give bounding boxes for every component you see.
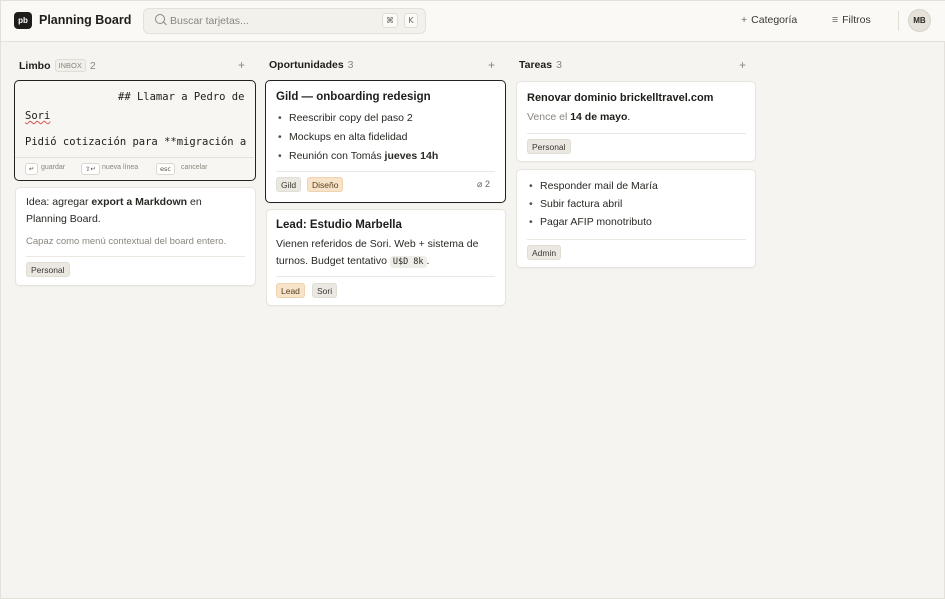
card-title: Renovar dominio brickelltravel.com [527,92,714,104]
card-checklist: Reescribir copy del paso 2 Mockups en al… [276,109,438,166]
card-admin-tasks[interactable]: Responder mail de María Subir factura ab… [516,169,756,268]
inbox-badge: INBOX [54,59,86,72]
command-key-hint: ⌘ [382,13,398,28]
app-logo[interactable]: pb [14,12,32,29]
enter-key-hint: ↵ [25,163,39,175]
column-title: Tareas [519,59,553,71]
top-bar: pb Planning Board ⌘ K +Categoría ≡Filtro… [1,1,945,42]
editor-line-1[interactable]: ## Llamar a Pedro de [118,91,244,103]
card-text: Idea: agregar export a Markdown en [26,196,202,208]
card-text-line-2: turnos. Budget tentativo U$D 8k. [276,255,430,268]
card-text: Vienen referidos de Sori. Web + sistema … [276,238,479,250]
tag-diseno[interactable]: Diseño [307,177,344,192]
save-hint-label: guardar [41,164,66,171]
attachment-count[interactable]: ⌀ 2 [477,179,490,190]
editor-line-2[interactable]: Sori [25,110,50,122]
list-item: Subir factura abril [527,195,658,213]
card-text-line-2: Planning Board. [26,213,101,225]
card-title: Gild — onboarding redesign [276,91,431,103]
card-title: Lead: Estudio Marbella [276,219,402,231]
shift-enter-key-hint: ⇧↵ [81,163,100,175]
add-card-tareas-button[interactable]: + [739,58,746,72]
paperclip-icon: ⌀ [477,179,483,189]
tag-admin[interactable]: Admin [527,245,562,260]
card-divider [527,239,746,240]
tag-personal[interactable]: Personal [527,139,571,154]
search-input[interactable] [170,13,370,29]
list-item: Pagar AFIP monotributo [527,213,658,231]
editor-shortcut-bar: ↵ guardar ⇧↵ nueva línea esc cancelar [15,157,254,179]
search-box[interactable]: ⌘ K [143,8,426,34]
column-count: 2 [89,60,96,72]
user-avatar[interactable]: MB [908,9,931,32]
list-item: Reunión con Tomás jueves 14h [276,147,438,166]
column-title: Limbo [19,60,51,72]
app-title[interactable]: Planning Board [39,13,131,27]
column-header-limbo: Limbo INBOX 2 [19,59,96,73]
tag-personal[interactable]: Personal [26,262,70,277]
column-count: 3 [347,59,354,71]
card-divider [26,256,245,257]
search-icon [155,14,165,24]
add-category-button[interactable]: + Categoría [741,14,797,26]
card-divider [276,171,495,172]
new-line-hint-label: nueva línea [102,164,139,171]
card-text: Vence el 14 de mayo. [527,111,631,123]
header-divider [898,11,899,31]
tag-lead[interactable]: Lead [276,283,305,298]
card-checklist: Responder mail de María Subir factura ab… [527,177,658,231]
add-category-label: Categoría [751,14,798,26]
filters-label: Filtros [842,14,871,26]
card-gild-onboarding[interactable]: Gild — onboarding redesign Reescribir co… [265,80,506,203]
card-renovar-dominio[interactable]: Renovar dominio brickelltravel.com Vence… [516,81,756,162]
card-lead-estudio-marbella[interactable]: Lead: Estudio Marbella Vienen referidos … [266,209,506,306]
card-note: Capaz como menú contextual del board ent… [26,236,227,247]
card-editor[interactable]: ## Llamar a Pedro de Sori Pidió cotizaci… [14,80,256,181]
budget-code: U$D 8k [389,256,427,268]
add-card-oportunidades-button[interactable]: + [488,58,495,72]
card-divider [276,276,495,277]
cancel-hint-label: cancelar [181,164,208,171]
list-item: Responder mail de María [527,177,658,195]
editor-line-3[interactable]: Pidió cotización para **migración a [25,136,246,148]
card-divider [527,133,746,134]
tag-gild[interactable]: Gild [276,177,302,192]
column-count: 3 [556,59,562,71]
filters-button[interactable]: ≡ Filtros [832,14,871,26]
esc-key-hint: esc [156,163,175,175]
tag-sori[interactable]: Sori [312,283,338,298]
column-header-oportunidades: Oportunidades 3 [269,59,354,73]
list-item: Reescribir copy del paso 2 [276,109,438,128]
filter-icon: ≡ [832,14,839,26]
add-card-limbo-button[interactable]: + [238,58,245,72]
column-title: Oportunidades [269,59,344,71]
column-header-tareas: Tareas 3 [519,59,562,73]
k-key-hint: K [404,13,418,28]
card-idea-markdown[interactable]: Idea: agregar export a Markdown en Plann… [15,187,256,286]
plus-icon: + [741,14,748,26]
list-item: Mockups en alta fidelidad [276,128,438,147]
